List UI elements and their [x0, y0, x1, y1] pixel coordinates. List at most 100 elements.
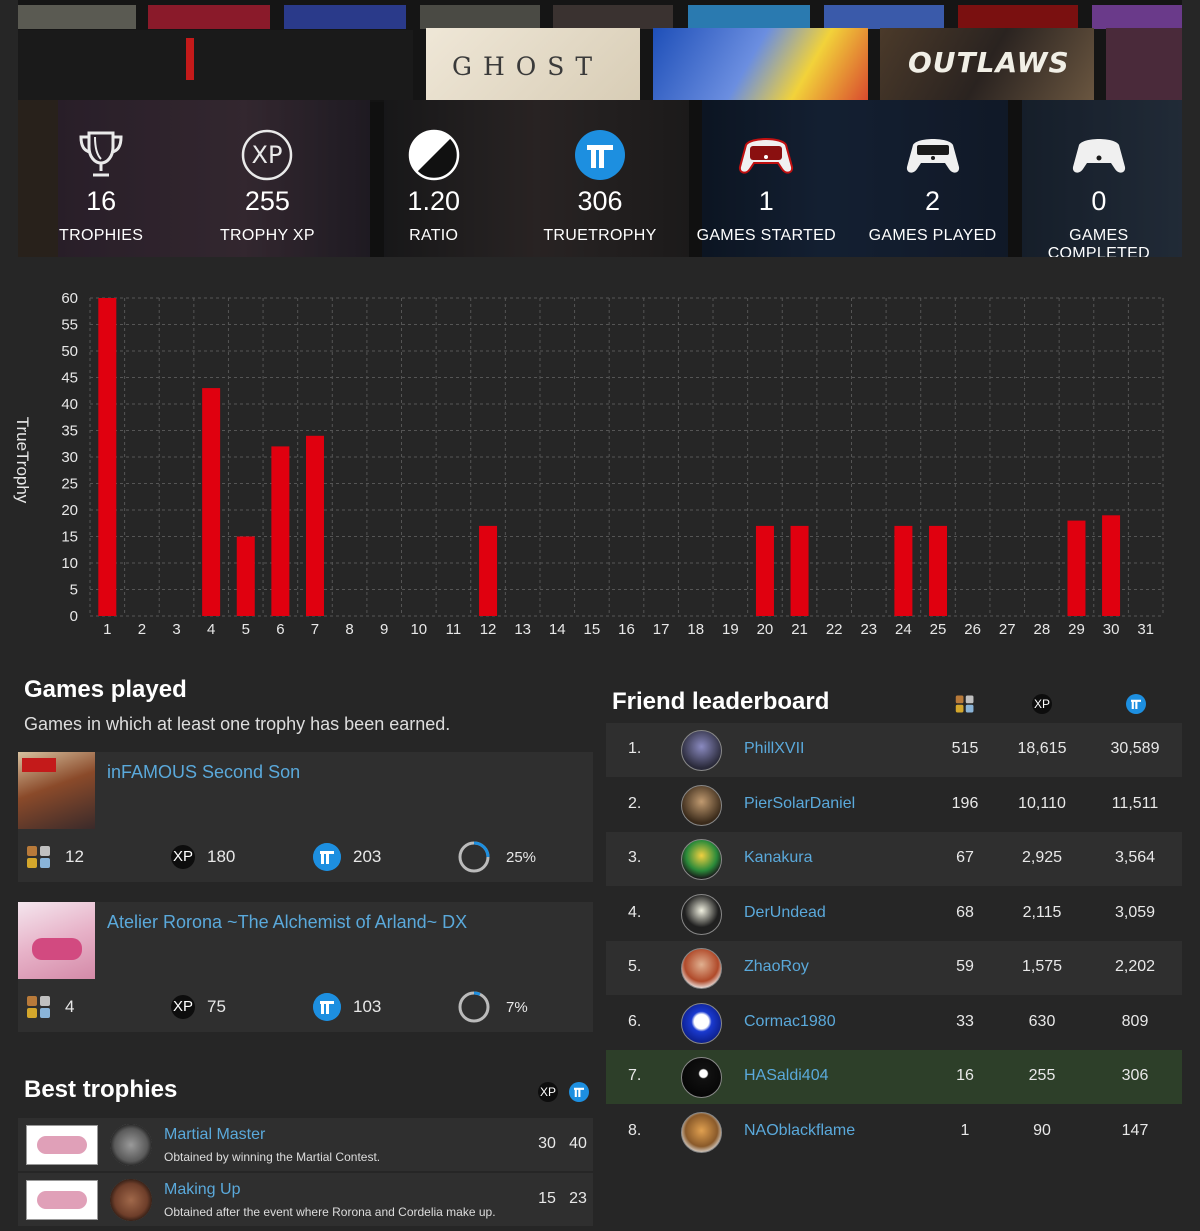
- stat-games-played[interactable]: 2 GAMES PLAYED: [849, 100, 1015, 257]
- avatar[interactable]: [681, 1057, 722, 1098]
- y-axis-label: TrueTrophy: [13, 417, 32, 504]
- ghost-game-art: GHOST: [426, 28, 640, 100]
- x-tick-label: 6: [276, 621, 284, 638]
- xp-column-icon: XP: [538, 1082, 558, 1102]
- x-tick-label: 22: [826, 621, 843, 638]
- truetrophy-value: 809: [1121, 1012, 1149, 1030]
- x-tick-label: 23: [860, 621, 877, 638]
- x-tick-label: 15: [584, 621, 601, 638]
- y-tick-label: 5: [70, 582, 78, 599]
- trophy-name-link[interactable]: Making Up: [164, 1181, 240, 1199]
- truetrophy-icon: [574, 130, 625, 180]
- bronze-trophy-icon[interactable]: [110, 1179, 152, 1221]
- bar: [202, 388, 221, 616]
- xp-value: 75: [207, 997, 226, 1016]
- x-tick-label: 30: [1103, 621, 1120, 638]
- gamertag-link[interactable]: ZhaoRoy: [744, 958, 809, 976]
- trophy-count: 4: [25, 992, 74, 1022]
- leaderboard-row[interactable]: 1. PhillXVII 515 18,615 30,589: [606, 723, 1182, 778]
- gamertag-link[interactable]: DerUndead: [744, 904, 826, 922]
- stat-ratio[interactable]: 1.20 RATIO: [351, 100, 517, 257]
- avatar[interactable]: [681, 1111, 722, 1153]
- controller-played-icon: [906, 139, 959, 173]
- truetrophy-value: 147: [1121, 1121, 1149, 1139]
- game-title-link[interactable]: Atelier Rorona ~The Alchemist of Arland~…: [107, 912, 467, 933]
- stat-truetrophy[interactable]: 306 TRUETROPHY: [517, 100, 683, 257]
- trophy-name-link[interactable]: Martial Master: [164, 1126, 265, 1144]
- completion-value: 7%: [506, 998, 528, 1016]
- leaderboard-row[interactable]: 3. Kanakura 67 2,925 3,564: [606, 832, 1182, 887]
- trophy-count-value: 12: [65, 847, 84, 866]
- avatar[interactable]: [681, 730, 722, 771]
- stat-games-started[interactable]: 1 GAMES STARTED: [683, 100, 849, 257]
- game-art-tile: [18, 5, 136, 29]
- gamertag-link[interactable]: HASaldi404: [744, 1067, 829, 1085]
- stat-label: TROPHIES: [59, 227, 144, 244]
- game-thumbnail[interactable]: [26, 1180, 98, 1220]
- x-tick-label: 4: [207, 621, 215, 638]
- game-stats-row: 4 XP 75 103 7%: [18, 991, 593, 1023]
- leaderboard-row[interactable]: 6. Cormac1980 33 630 809: [606, 995, 1182, 1050]
- avatar[interactable]: [681, 948, 722, 989]
- gamertag-link[interactable]: NAOblackflame: [744, 1122, 855, 1140]
- cover-badge: [22, 758, 56, 772]
- bar: [271, 446, 290, 616]
- stat-label: GAMES STARTED: [696, 227, 836, 244]
- bar: [755, 525, 774, 616]
- game-title-link[interactable]: inFAMOUS Second Son: [107, 762, 300, 783]
- leaderboard-row[interactable]: 5. ZhaoRoy 59 1,575 2,202: [606, 941, 1182, 996]
- bar: [1102, 515, 1121, 616]
- y-tick-label: 60: [61, 290, 78, 307]
- game-card[interactable]: Atelier Rorona ~The Alchemist of Arland~…: [18, 902, 593, 1032]
- leaderboard-row-current-user[interactable]: 7. HASaldi404 16 255 306: [606, 1050, 1182, 1105]
- stat-trophies[interactable]: 16 TROPHIES: [18, 100, 184, 257]
- truetrophy-value: 11,511: [1111, 794, 1159, 812]
- x-tick-label: 2: [138, 621, 146, 638]
- stat-label: GAMES COMPLETED: [1047, 227, 1150, 257]
- game-card[interactable]: inFAMOUS Second Son 12 XP 180 203 25%: [18, 752, 593, 882]
- avatar[interactable]: [681, 784, 722, 826]
- gamertag-link[interactable]: PierSolarDaniel: [744, 795, 855, 813]
- gamertag-link[interactable]: Cormac1980: [744, 1013, 836, 1031]
- game-thumbnail[interactable]: [26, 1125, 98, 1165]
- stat-value: 1.20: [407, 186, 460, 216]
- game-art-tile: [1106, 28, 1182, 100]
- ghost-logo-text: GHOST: [452, 52, 604, 81]
- leaderboard-row[interactable]: 8. NAOblackflame 1 90 147: [606, 1104, 1182, 1159]
- trophy-row[interactable]: Martial Master Obtained by winning the M…: [18, 1118, 593, 1171]
- leaderboard-row[interactable]: 4. DerUndead 68 2,115 3,059: [606, 886, 1182, 941]
- rank: 3.: [628, 849, 642, 866]
- trophy-count: 33: [956, 1012, 974, 1030]
- trophy-row[interactable]: Making Up Obtained after the event where…: [18, 1173, 593, 1226]
- game-art-tile: [688, 5, 810, 29]
- x-tick-label: 31: [1137, 621, 1154, 638]
- x-tick-label: 10: [410, 621, 427, 638]
- game-cover[interactable]: [18, 752, 95, 829]
- rank: 8.: [628, 1121, 642, 1139]
- silver-trophy-icon[interactable]: [110, 1124, 152, 1166]
- y-tick-label: 15: [61, 529, 78, 546]
- truetrophy-value: 3,059: [1114, 903, 1156, 921]
- completion-value: 25%: [506, 848, 537, 866]
- trophy-count: 68: [956, 903, 974, 921]
- gamertag-link[interactable]: Kanakura: [744, 849, 813, 867]
- leaderboard-row[interactable]: 2. PierSolarDaniel 196 10,110 11,511: [606, 777, 1182, 832]
- rank: 6.: [628, 1012, 642, 1030]
- trophy-xp: 15: [538, 1190, 556, 1207]
- y-tick-label: 25: [61, 476, 78, 493]
- trophy-count: 196: [951, 794, 979, 812]
- y-tick-label: 0: [70, 608, 78, 625]
- game-art-tile: [553, 5, 673, 29]
- stat-games-completed[interactable]: 0 GAMES COMPLETED: [1016, 100, 1182, 257]
- stat-trophy-xp[interactable]: XP 255 TROPHY XP: [184, 100, 350, 257]
- game-stats-row: 12 XP 180 203 25%: [18, 841, 593, 873]
- avatar[interactable]: [681, 1002, 722, 1044]
- svg-text:XP: XP: [252, 141, 283, 169]
- avatar[interactable]: [681, 893, 722, 935]
- xp-value: 630: [1028, 1012, 1056, 1030]
- avatar[interactable]: [681, 839, 722, 880]
- rank: 5.: [628, 958, 642, 975]
- game-cover[interactable]: [18, 902, 95, 979]
- gamertag-link[interactable]: PhillXVII: [744, 740, 804, 758]
- truetrophy-value: 306: [1121, 1067, 1149, 1084]
